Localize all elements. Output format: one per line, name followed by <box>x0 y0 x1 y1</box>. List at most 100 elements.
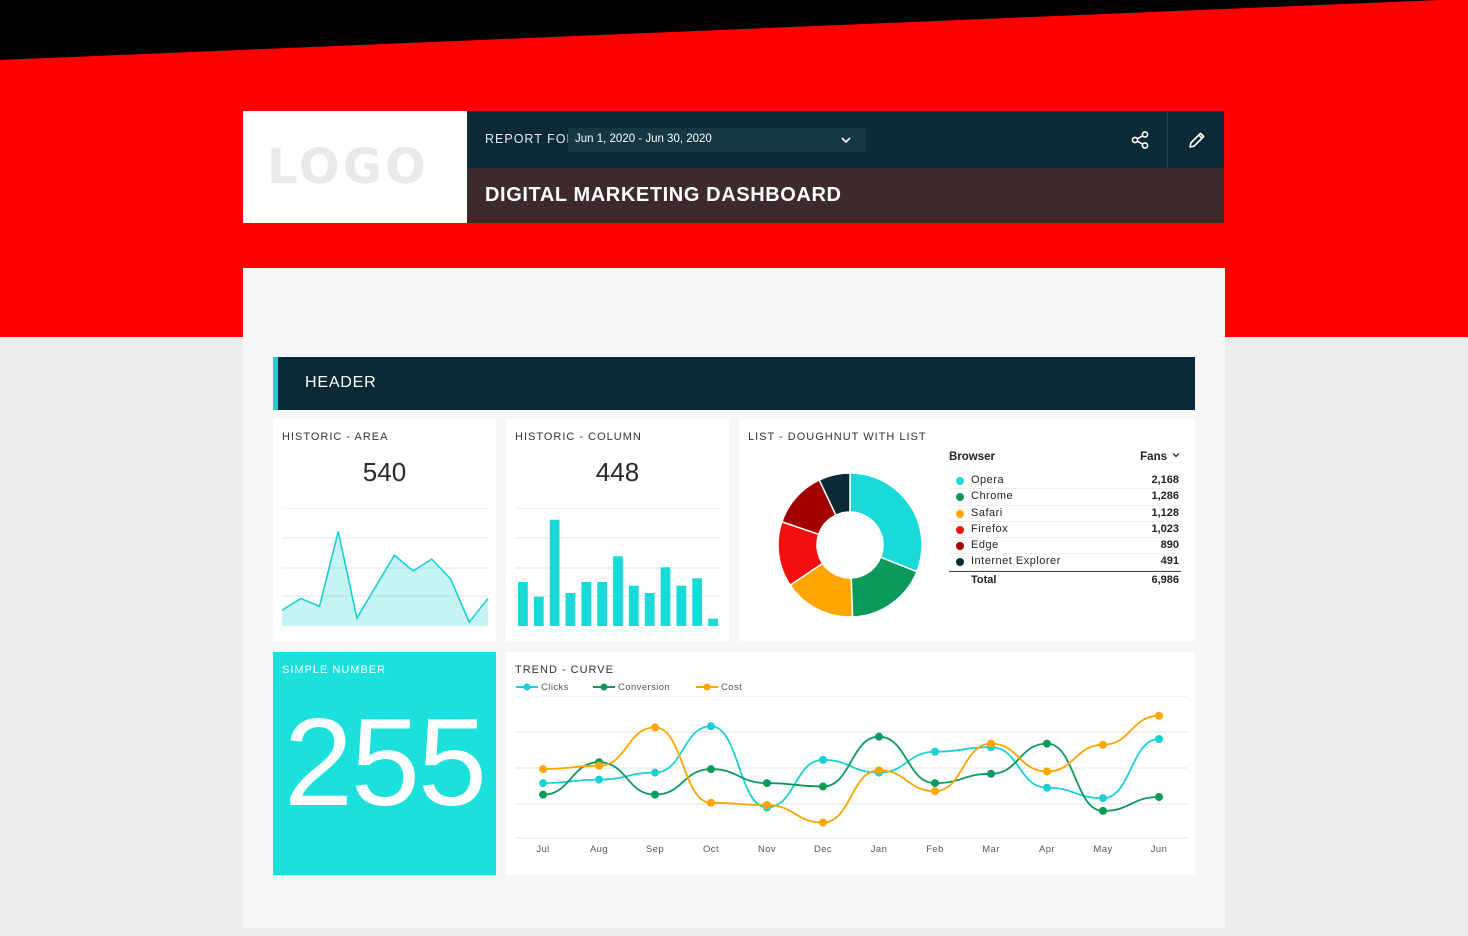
x-axis-tick-label: Jun <box>1150 844 1168 855</box>
series-point <box>651 723 659 732</box>
series-point <box>707 722 715 731</box>
row-label: Edge <box>971 539 999 552</box>
legend-dot-icon <box>956 493 964 502</box>
column-bar <box>533 596 544 626</box>
series-point <box>1043 739 1051 748</box>
share-button[interactable] <box>1128 128 1152 152</box>
series-point <box>931 787 939 796</box>
historic-area-widget[interactable]: HISTORIC - AREA 540 <box>273 419 496 641</box>
series-point <box>763 779 771 788</box>
legend-dot-icon <box>956 542 964 551</box>
column-bar <box>628 585 639 626</box>
series-point <box>595 775 603 784</box>
logo-box: LOGO <box>243 111 467 223</box>
legend-dot-icon <box>956 558 964 567</box>
series-point <box>875 766 883 775</box>
x-axis-tick-label: Nov <box>757 844 777 855</box>
table-row: Firefox 1,023 <box>949 522 1181 539</box>
table-total-row: Total 6,986 <box>949 570 1181 589</box>
row-value: 1,286 <box>1151 490 1179 503</box>
table-row: Edge 890 <box>949 538 1181 555</box>
column-bar <box>613 556 623 626</box>
chevron-down-icon <box>840 133 852 151</box>
series-point <box>987 739 995 748</box>
column-header-fans[interactable]: Fans <box>1140 451 1167 463</box>
title-bar: DIGITAL MARKETING DASHBOARD <box>467 168 1224 223</box>
column-bar <box>518 582 528 626</box>
column-bar <box>581 582 592 626</box>
series-point <box>819 755 827 764</box>
series-point <box>539 790 547 799</box>
series-point <box>539 779 547 788</box>
column-header-browser: Browser <box>949 451 996 463</box>
report-header-bar: REPORT FOR Jun 1, 2020 - Jun 30, 2020 <box>467 111 1224 168</box>
legend-item-cost[interactable]: Cost <box>696 682 742 693</box>
column-bar <box>692 578 703 626</box>
series-point <box>1043 783 1051 792</box>
area-fill <box>282 531 488 626</box>
trend-curve-widget[interactable]: TREND - CURVE Clicks Conversion Cost Jul… <box>506 652 1195 875</box>
section-header: HEADER <box>273 357 1195 410</box>
browser-table: Browser Fans Opera 2,168 Chrome 1,286 Safari… <box>949 451 1181 589</box>
widget-value: 448 <box>595 457 640 487</box>
table-row: Opera 2,168 <box>949 473 1181 490</box>
x-axis-tick-label: Dec <box>813 844 833 855</box>
x-axis-tick-label: Jul <box>536 844 550 855</box>
series-point <box>651 768 659 777</box>
row-value: 1,128 <box>1151 506 1179 519</box>
row-label: Chrome <box>971 490 1014 503</box>
dashboard-title: DIGITAL MARKETING DASHBOARD <box>485 184 842 206</box>
series-point <box>763 801 771 810</box>
area-chart <box>282 508 488 626</box>
x-axis-tick-label: Sep <box>645 844 665 855</box>
series-point <box>819 782 827 791</box>
table-row: Chrome 1,286 <box>949 489 1181 506</box>
series-point <box>595 761 603 770</box>
column-bar <box>708 618 718 626</box>
x-axis-tick-label: Apr <box>1039 844 1055 855</box>
x-axis-tick-label: May <box>1093 844 1113 855</box>
x-axis-tick-label: Mar <box>982 844 1000 855</box>
x-axis-tick-label: Feb <box>926 844 944 855</box>
edit-button[interactable] <box>1185 128 1209 152</box>
sort-chevron-icon[interactable] <box>1171 450 1181 463</box>
date-range-select[interactable]: Jun 1, 2020 - Jun 30, 2020 <box>568 128 866 152</box>
legend-dot-icon <box>956 525 964 534</box>
doughnut-list-widget[interactable]: LIST - DOUGHNUT WITH LIST Browser Fans O… <box>739 419 1195 641</box>
row-value: 2,168 <box>1151 474 1179 486</box>
x-axis-tick-label: Aug <box>589 844 609 855</box>
series-point <box>1043 767 1051 776</box>
table-row: Safari 1,128 <box>949 506 1181 522</box>
section-header-title: HEADER <box>305 374 377 391</box>
simple-number-value: 255 <box>284 694 487 832</box>
series-point <box>987 769 995 778</box>
series-point <box>931 779 939 788</box>
column-chart <box>515 508 721 626</box>
series-point <box>651 790 659 799</box>
simple-number-widget[interactable]: SIMPLE NUMBER 255 <box>273 652 496 875</box>
historic-column-widget[interactable]: HISTORIC - COLUMN 448 <box>506 419 729 641</box>
row-label: Safari <box>971 506 1003 519</box>
legend-dot-icon <box>956 477 964 485</box>
widget-value: 540 <box>362 457 407 487</box>
series-point <box>539 765 547 774</box>
logo: LOGO <box>267 139 429 195</box>
widget-title: LIST - DOUGHNUT WITH LIST <box>748 431 927 443</box>
legend-item-conversion[interactable]: Conversion <box>593 682 670 693</box>
total-label: Total <box>971 573 997 586</box>
series-point <box>707 765 715 774</box>
legend-item-clicks[interactable]: Clicks <box>516 682 569 693</box>
header-divider <box>1167 111 1168 168</box>
widget-title: TREND - CURVE <box>515 664 614 676</box>
row-label: Internet Explorer <box>971 555 1061 568</box>
x-axis-tick-label: Jan <box>870 844 888 855</box>
series-point <box>1099 794 1107 803</box>
series-point <box>875 732 883 741</box>
doughnut-chart <box>777 472 923 618</box>
column-bar <box>644 593 655 626</box>
series-point <box>1155 735 1163 743</box>
row-label: Firefox <box>971 522 1009 535</box>
row-label: Opera <box>971 474 1005 486</box>
pencil-icon <box>1189 132 1205 148</box>
legend-dot-icon <box>956 509 964 518</box>
